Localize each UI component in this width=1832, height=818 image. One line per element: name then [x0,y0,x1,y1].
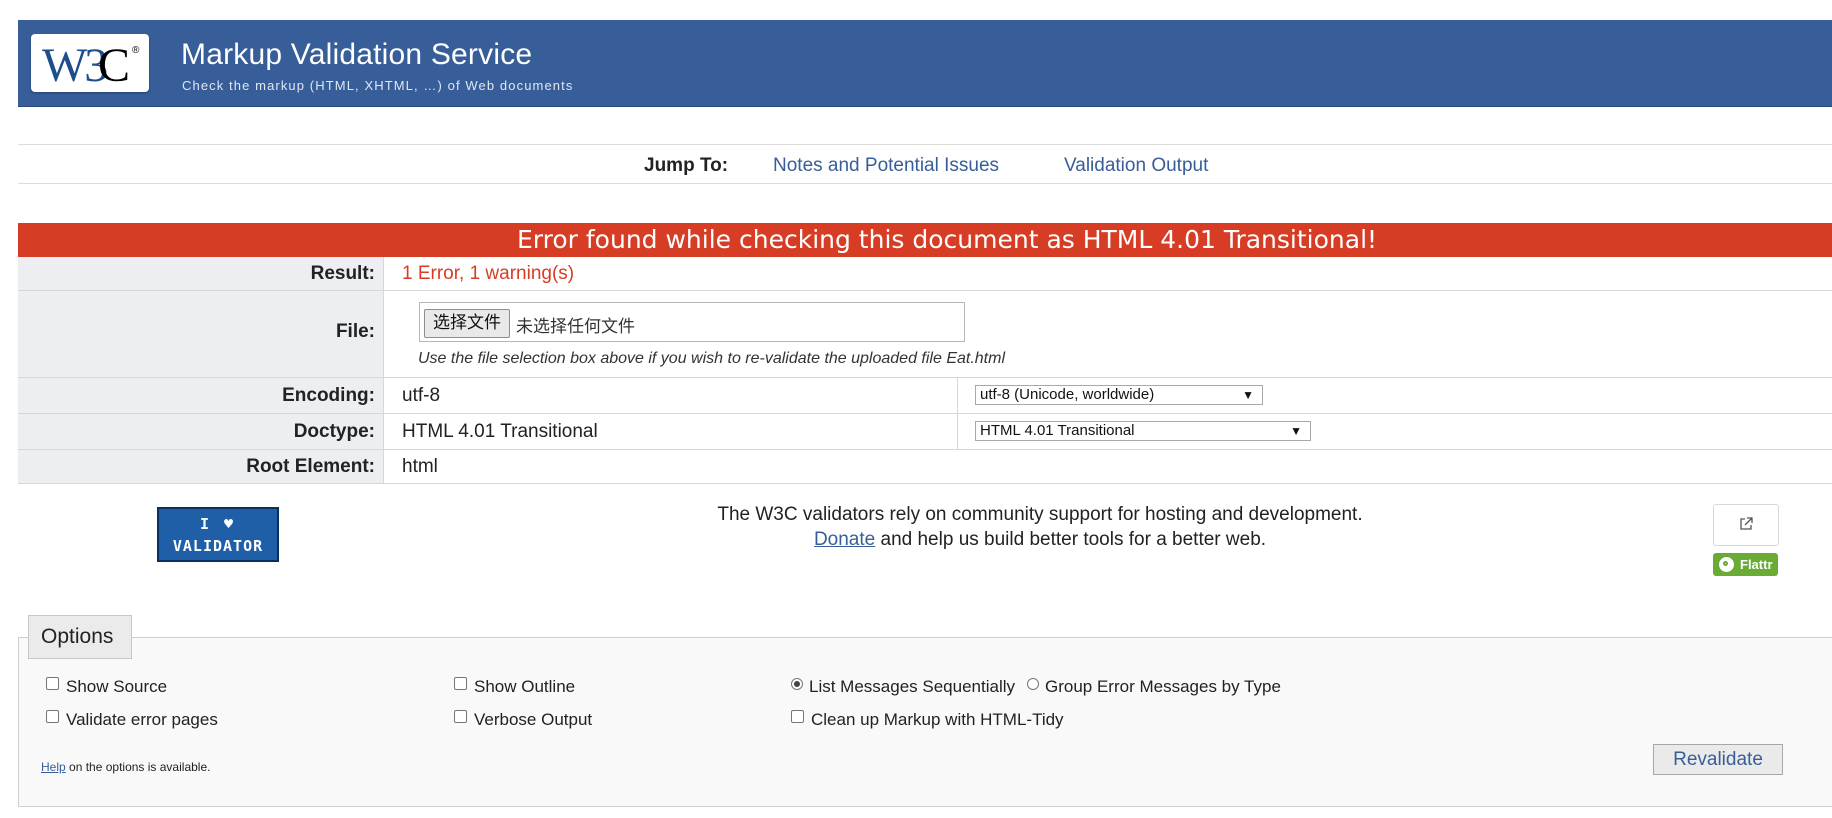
show-source-checkbox[interactable] [46,676,59,690]
show-source-label: Show Source [66,677,168,696]
file-input[interactable]: 选择文件 未选择任何文件 [419,302,965,342]
doctype-label: Doctype: [293,421,375,442]
badge-line1: I ♥ [199,515,237,533]
cleanup-tidy-option[interactable]: Clean up Markup with HTML-Tidy [791,709,1064,730]
validate-error-pages-checkbox[interactable] [46,709,59,723]
result-label-cell: Result: [18,257,384,290]
result-label: Result: [310,263,375,284]
badge-line2: VALIDATOR [172,537,264,555]
group-by-type-radio[interactable] [1027,678,1039,690]
share-button[interactable] [1713,504,1779,546]
jump-nav: Jump To: Notes and Potential Issues Vali… [18,144,1832,184]
validate-error-pages-label: Validate error pages [66,710,218,729]
verbose-output-checkbox[interactable] [454,709,467,723]
error-banner: Error found while checking this document… [18,223,1832,257]
list-sequential-radio[interactable] [791,678,803,690]
choose-file-button[interactable]: 选择文件 [424,309,510,338]
encoding-select-value: utf-8 (Unicode, worldwide) [980,386,1155,403]
revalidate-button[interactable]: Revalidate [1653,744,1783,775]
donate-link[interactable]: Donate [814,529,875,550]
file-label: File: [335,321,375,342]
error-banner-text: Error found while checking this document… [517,225,1378,254]
w3c-logo[interactable]: W3 C ® [31,34,149,92]
doctype-row: Doctype: HTML 4.01 Transitional HTML 4.0… [18,414,1832,450]
support-line1: The W3C validators rely on community sup… [717,504,1363,525]
file-label-cell: File: [18,291,384,377]
support-line2: and help us build better tools for a bet… [880,529,1267,550]
flattr-button[interactable]: Flattr [1713,553,1778,576]
verbose-output-option[interactable]: Verbose Output [454,709,593,730]
file-note: Use the file selection box above if you … [418,350,1005,367]
cleanup-tidy-checkbox[interactable] [791,709,804,723]
verbose-output-label: Verbose Output [474,710,593,729]
validate-error-pages-option[interactable]: Validate error pages [46,709,218,730]
result-value: 1 Error, 1 warning(s) [402,263,575,284]
site-header: W3 C ® Markup Validation Service Check t… [18,20,1832,107]
external-link-icon [1740,517,1753,530]
dropdown-arrow-icon: ▼ [1242,388,1254,402]
dropdown-arrow-icon: ▼ [1290,424,1302,438]
encoding-row: Encoding: utf-8 utf-8 (Unicode, worldwid… [18,378,1832,414]
show-source-option[interactable]: Show Source [46,676,168,697]
i-love-validator-badge[interactable]: I ♥ VALIDATOR [157,507,279,562]
doctype-label-cell: Doctype: [18,414,384,449]
doctype-value: HTML 4.01 Transitional [402,421,598,442]
file-status: 未选择任何文件 [516,317,635,336]
group-by-type-option[interactable]: Group Error Messages by Type [1027,677,1281,697]
options-toggle[interactable]: Options [28,615,132,659]
w3c-logo-icon: W3 C ® [42,39,140,91]
result-row: Result: 1 Error, 1 warning(s) [18,257,1832,291]
options-help-note: Help on the options is available. [41,760,210,774]
root-value: html [402,456,438,477]
list-sequential-option[interactable]: List Messages Sequentially [791,677,1015,697]
root-element-row: Root Element: html [18,450,1832,484]
options-help-text: on the options is available. [69,760,211,774]
list-sequential-label: List Messages Sequentially [809,677,1016,696]
svg-text:®: ® [132,45,140,56]
encoding-value: utf-8 [402,385,441,406]
show-outline-label: Show Outline [474,677,576,696]
encoding-label: Encoding: [282,385,375,406]
jump-link-notes[interactable]: Notes and Potential Issues [773,155,999,177]
flattr-icon [1719,557,1734,572]
column-divider [957,414,958,449]
support-message: The W3C validators rely on community sup… [540,502,1540,552]
options-help-link[interactable]: Help [41,760,66,774]
encoding-label-cell: Encoding: [18,378,384,413]
encoding-select[interactable]: utf-8 (Unicode, worldwide) ▼ [975,385,1263,405]
file-row: File: 选择文件 未选择任何文件 Use the file selectio… [18,291,1832,378]
root-label-cell: Root Element: [18,450,384,483]
support-line2-wrap: Donate and help us build better tools fo… [540,527,1540,552]
cleanup-tidy-label: Clean up Markup with HTML-Tidy [811,710,1064,729]
jump-link-output[interactable]: Validation Output [1064,155,1208,177]
jump-label: Jump To: [644,155,729,176]
doctype-select[interactable]: HTML 4.01 Transitional ▼ [975,421,1311,441]
group-by-type-label: Group Error Messages by Type [1045,677,1281,696]
flattr-label: Flattr [1740,557,1773,572]
show-outline-option[interactable]: Show Outline [454,676,576,697]
site-subtitle: Check the markup (HTML, XHTML, …) of Web… [182,78,574,93]
doctype-select-value: HTML 4.01 Transitional [980,422,1135,439]
show-outline-checkbox[interactable] [454,676,467,690]
root-label: Root Element: [246,456,375,477]
svg-text:C: C [98,39,128,91]
site-title[interactable]: Markup Validation Service [181,38,532,72]
column-divider [957,378,958,413]
